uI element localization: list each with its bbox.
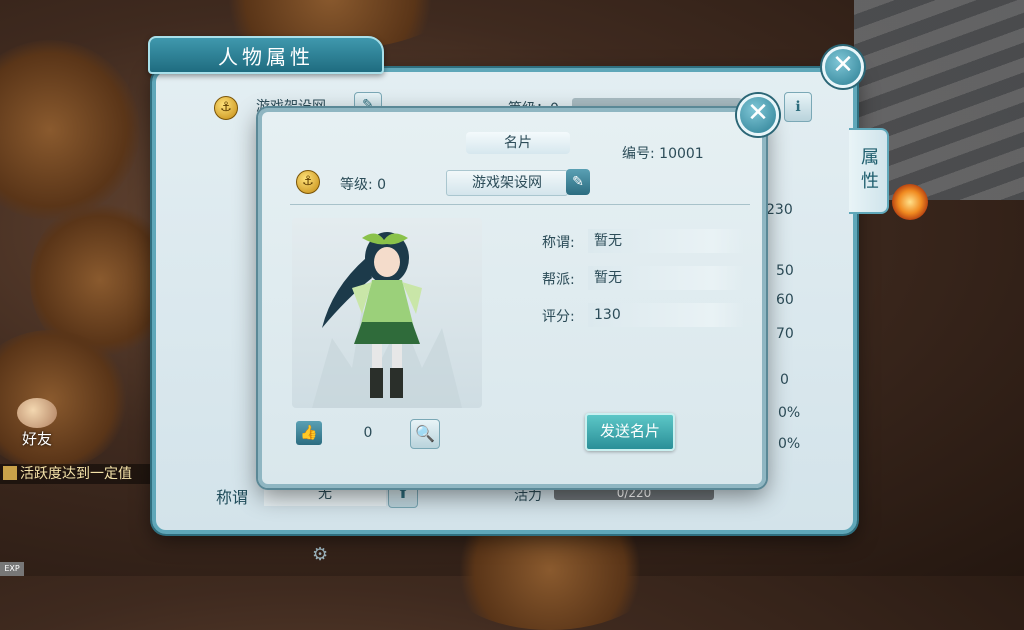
friends-button[interactable]: 好友 [14, 398, 60, 454]
character-portrait [292, 218, 482, 408]
main-close-button[interactable]: ✕ [822, 46, 864, 88]
stat-value: 60 [776, 292, 794, 308]
brazier-fire [892, 184, 928, 220]
player-name-box: 游戏架设网 [446, 170, 568, 196]
window-title: 人物属性 [148, 36, 384, 74]
friends-icon [17, 398, 57, 428]
exp-label: EXP [0, 562, 24, 576]
title-label: 称谓 [216, 488, 249, 507]
field-label: 帮派: [542, 272, 575, 288]
autumn-tree [0, 40, 140, 220]
like-count: 0 [326, 421, 410, 445]
stat-value: 70 [776, 326, 794, 342]
field-value: 暂无 [588, 229, 744, 253]
card-id: 编号: 10001 [622, 143, 704, 163]
tab-attributes[interactable]: 属性 [849, 128, 889, 214]
info-button[interactable]: ℹ [784, 92, 812, 122]
friends-label: 好友 [21, 430, 52, 448]
stat-value: 50 [776, 263, 794, 279]
field-label: 称谓: [542, 235, 575, 251]
character-figure [312, 232, 462, 408]
field-value: 130 [588, 303, 744, 327]
field-value: 暂无 [588, 266, 744, 290]
chat-text: 活跃度达到一定值 [20, 466, 132, 482]
card-id-value: 10001 [659, 146, 704, 162]
search-icon[interactable]: 🔍 [410, 419, 440, 449]
field-label: 评分: [542, 309, 575, 325]
stat-value: 230 [766, 202, 793, 218]
card-level: 等级: 0 [340, 174, 386, 194]
divider [290, 204, 750, 205]
card-level-label: 等级: [340, 177, 373, 193]
card-id-label: 编号: [622, 146, 655, 162]
settings-gear-icon[interactable]: ⚙ [312, 544, 328, 565]
card-title: 名片 [466, 132, 570, 154]
card-close-button[interactable]: ✕ [737, 94, 779, 136]
edit-name-button[interactable]: ✎ [566, 169, 590, 195]
stat-value: 0% [778, 405, 801, 421]
level-badge-icon: ⚓ [296, 170, 320, 194]
like-thumbs-up-icon[interactable]: 👍 [296, 421, 322, 445]
vitality-bar: 0/220 [554, 486, 714, 500]
stat-value: 0% [778, 436, 801, 452]
stat-value: 0 [780, 372, 789, 388]
vitality-label: 活力 [514, 488, 542, 504]
card-level-value: 0 [377, 177, 387, 193]
chat-message[interactable]: 活跃度达到一定值 [0, 464, 152, 484]
system-icon [3, 466, 17, 480]
level-badge-icon: ⚓ [214, 96, 238, 120]
send-card-button[interactable]: 发送名片 [585, 413, 675, 451]
